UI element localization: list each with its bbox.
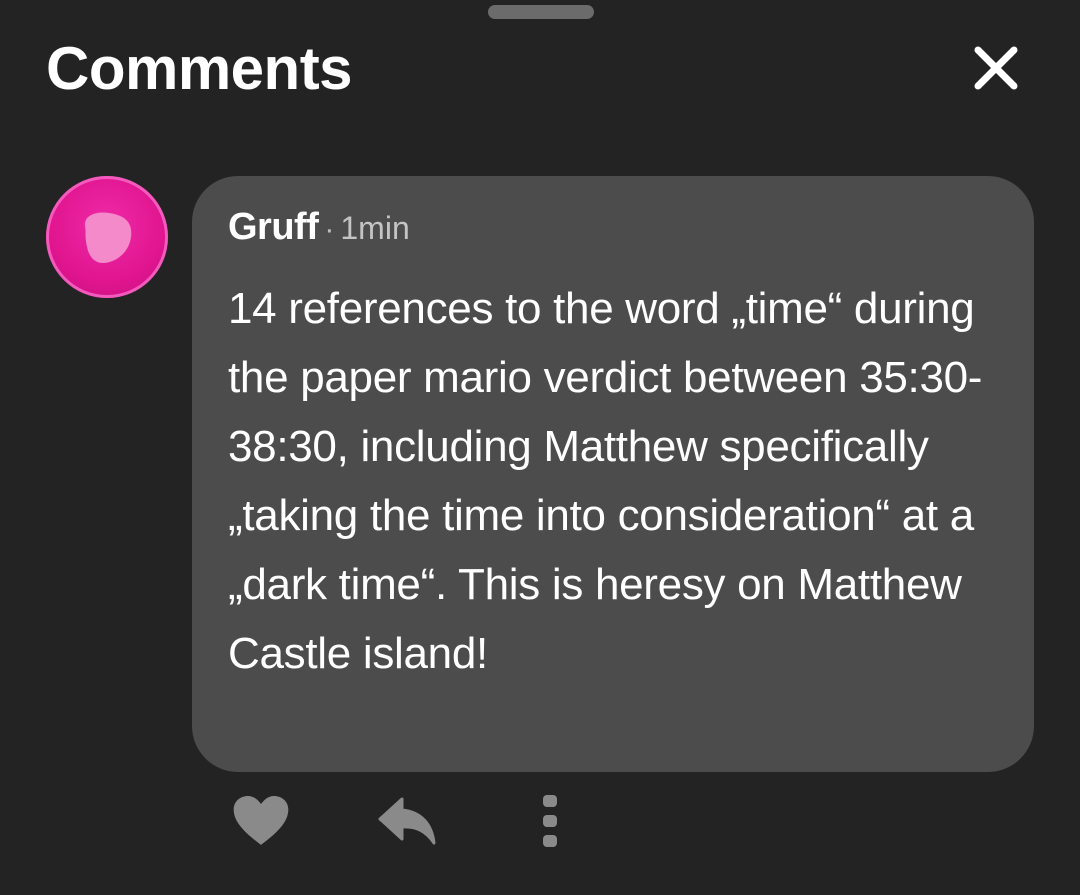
more-options-button[interactable] xyxy=(530,790,570,852)
reply-icon xyxy=(378,797,436,845)
avatar-blob-icon xyxy=(84,212,132,263)
close-button[interactable] xyxy=(968,40,1024,96)
avatar[interactable] xyxy=(46,176,168,298)
meta-separator: · xyxy=(324,213,335,246)
reply-button[interactable] xyxy=(376,790,438,852)
close-icon xyxy=(974,46,1018,90)
comment-bubble: Gruff · 1min 14 references to the word „… xyxy=(192,176,1034,772)
like-button[interactable] xyxy=(230,790,292,852)
comment-meta: Gruff · 1min xyxy=(228,206,998,252)
heart-icon xyxy=(233,796,289,845)
comment-actions xyxy=(220,790,620,860)
comment-text: 14 references to the word „time“ during … xyxy=(228,284,983,678)
comment-author[interactable]: Gruff xyxy=(228,206,319,249)
sheet-drag-handle[interactable] xyxy=(488,5,594,19)
page-title: Comments xyxy=(46,35,353,102)
more-vertical-icon xyxy=(543,795,557,847)
comment-timestamp: 1min xyxy=(340,210,410,246)
